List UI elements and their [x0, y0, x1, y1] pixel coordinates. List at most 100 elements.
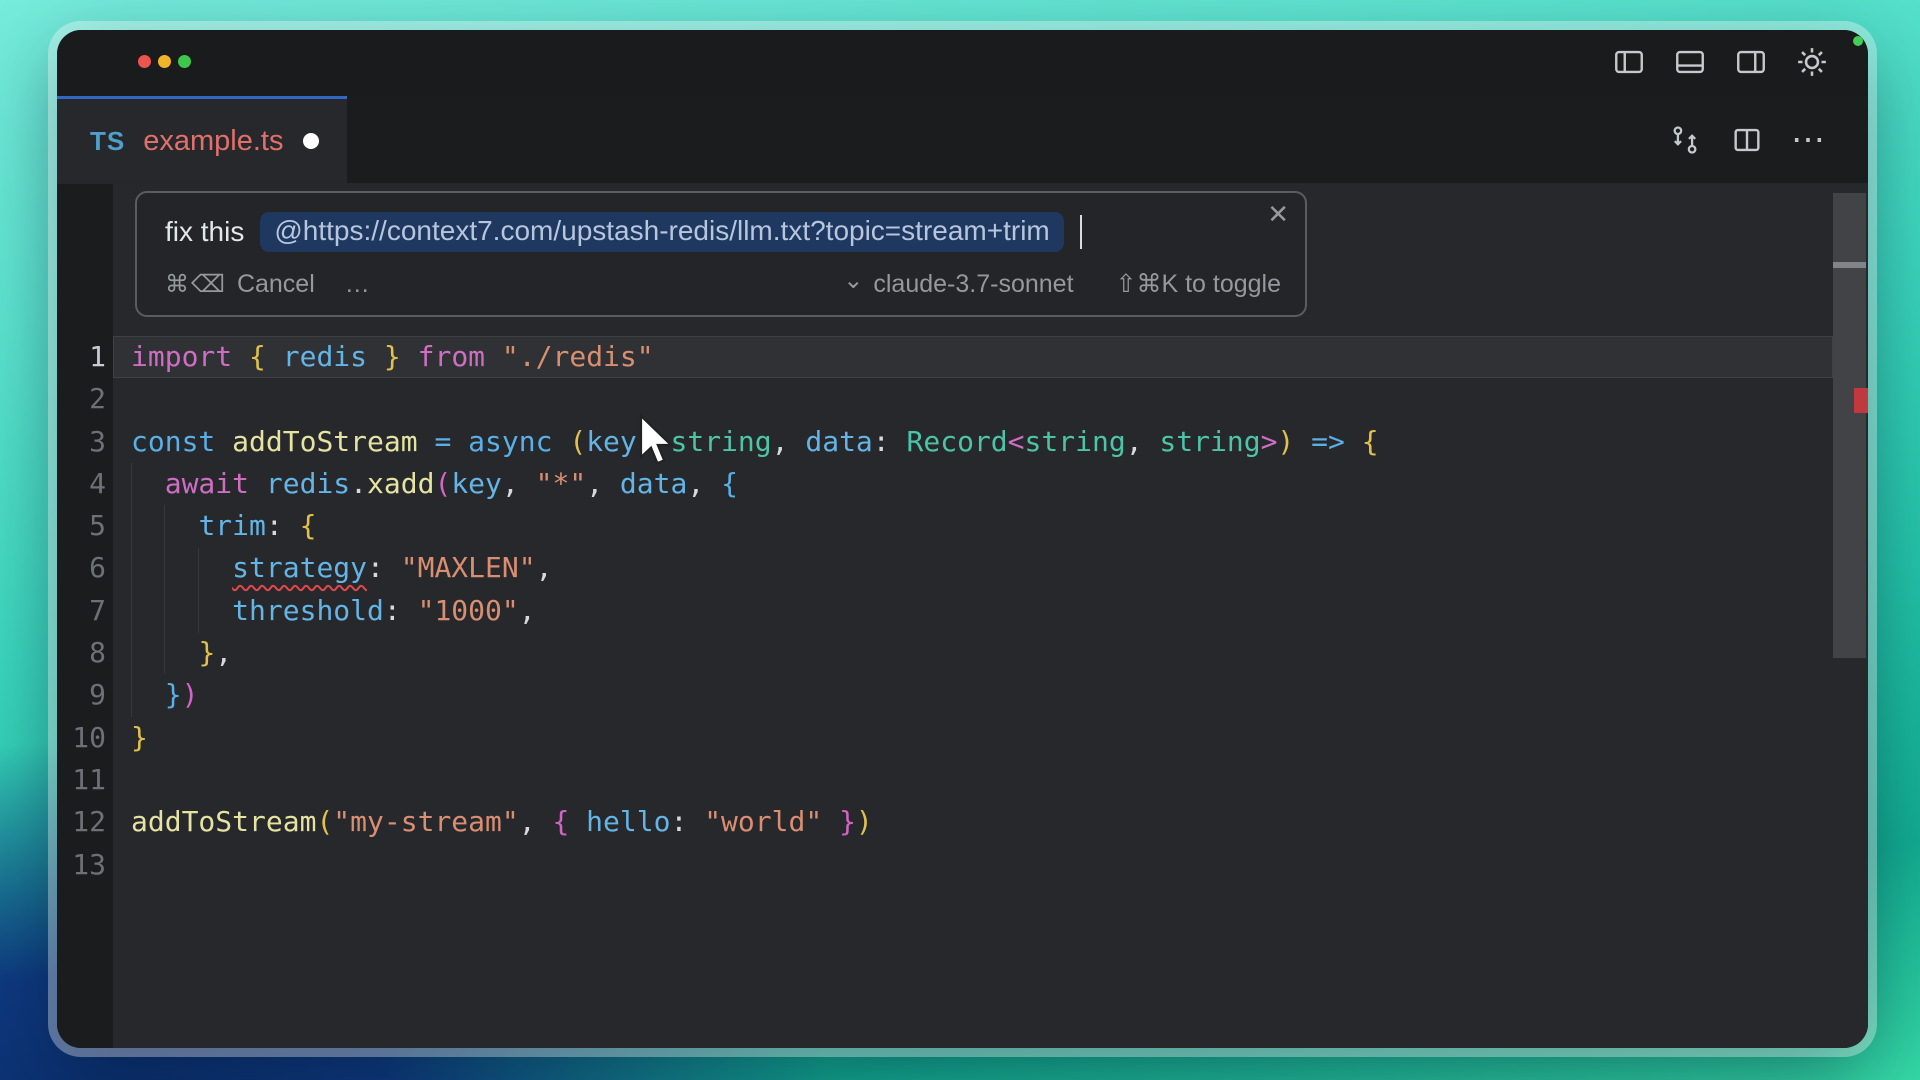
- code-line[interactable]: 4 await redis.xadd(key, "*", data, {: [57, 463, 1808, 505]
- code-line[interactable]: 11: [57, 759, 1808, 801]
- code-text: },: [106, 632, 232, 674]
- close-icon[interactable]: ✕: [1267, 199, 1289, 230]
- token: :: [873, 425, 907, 458]
- token: [1345, 425, 1362, 458]
- token: string: [670, 425, 771, 458]
- code-line[interactable]: 2: [57, 378, 1808, 420]
- token: <: [1008, 425, 1025, 458]
- code-line[interactable]: 13: [57, 844, 1808, 886]
- line-number[interactable]: 10: [57, 717, 106, 759]
- line-number[interactable]: 2: [57, 378, 106, 420]
- code-line[interactable]: 5 trim: {: [57, 505, 1808, 547]
- code-text: [106, 844, 131, 886]
- code-line[interactable]: 3const addToStream = async (key: string,…: [57, 421, 1808, 463]
- line-number[interactable]: 1: [57, 336, 106, 378]
- token: :: [384, 594, 418, 627]
- token: [249, 467, 266, 500]
- code-line[interactable]: 12addToStream("my-stream", { hello: "wor…: [57, 801, 1808, 843]
- code-line[interactable]: 6 strategy: "MAXLEN",: [57, 547, 1808, 589]
- line-number[interactable]: 6: [57, 547, 106, 589]
- token: "./redis": [502, 340, 654, 373]
- compare-changes-icon[interactable]: [1667, 122, 1703, 158]
- token: "my-stream": [333, 805, 518, 838]
- toggle-primary-sidebar-icon[interactable]: [1611, 44, 1647, 80]
- token: key: [451, 467, 502, 500]
- line-number[interactable]: 5: [57, 505, 106, 547]
- token: }: [165, 678, 182, 711]
- line-number[interactable]: 7: [57, 590, 106, 632]
- token: }: [384, 340, 401, 373]
- toggle-panel-icon[interactable]: [1672, 44, 1708, 80]
- line-number[interactable]: 4: [57, 463, 106, 505]
- code-editor[interactable]: 1import { redis } from "./redis"23const …: [57, 184, 1868, 1048]
- cancel-button[interactable]: Cancel: [237, 270, 315, 299]
- line-number[interactable]: 9: [57, 674, 106, 716]
- code-text: const addToStream = async (key: string, …: [106, 421, 1379, 463]
- token: [401, 340, 418, 373]
- modified-indicator-dot[interactable]: [303, 133, 319, 149]
- more-actions-icon[interactable]: ⋯: [1791, 123, 1825, 157]
- line-number[interactable]: 11: [57, 759, 106, 801]
- more-options-button[interactable]: …: [345, 270, 373, 299]
- token: =: [434, 425, 451, 458]
- token: ,: [519, 805, 553, 838]
- token: ,: [502, 467, 536, 500]
- code-line[interactable]: 10}: [57, 717, 1808, 759]
- editor-window: TS example.ts ⋯ 1import { redis } from "…: [57, 30, 1868, 1048]
- code-line[interactable]: 7 threshold: "1000",: [57, 590, 1808, 632]
- token: ,: [215, 636, 232, 669]
- token: data: [805, 425, 872, 458]
- token: .: [350, 467, 367, 500]
- code-text: threshold: "1000",: [106, 590, 536, 632]
- token: >: [1261, 425, 1278, 458]
- token: {: [721, 467, 738, 500]
- token: :: [367, 551, 401, 584]
- code-line[interactable]: 8 },: [57, 632, 1808, 674]
- token: {: [249, 340, 266, 373]
- model-selector[interactable]: claude-3.7-sonnet: [873, 270, 1073, 299]
- titlebar[interactable]: [57, 30, 1868, 97]
- code-line[interactable]: 1import { redis } from "./redis": [57, 336, 1808, 378]
- settings-gear-icon[interactable]: [1794, 44, 1830, 80]
- token: string: [1159, 425, 1260, 458]
- typescript-file-icon: TS: [90, 126, 125, 157]
- token: [266, 340, 283, 373]
- token: addToStream: [131, 805, 316, 838]
- line-number[interactable]: 3: [57, 421, 106, 463]
- code-text: }: [106, 717, 148, 759]
- line-number[interactable]: 8: [57, 632, 106, 674]
- code-text: trim: {: [106, 505, 316, 547]
- token: "MAXLEN": [401, 551, 536, 584]
- token: xadd: [367, 467, 434, 500]
- line-number[interactable]: 12: [57, 801, 106, 843]
- token: "1000": [418, 594, 519, 627]
- token: {: [552, 805, 569, 838]
- token: [451, 425, 468, 458]
- tab-example-ts[interactable]: TS example.ts: [57, 96, 347, 183]
- minimize-window-button[interactable]: [158, 55, 171, 68]
- context-url-chip[interactable]: @https://context7.com/upstash-redis/llm.…: [260, 212, 1063, 252]
- token: [418, 425, 435, 458]
- close-window-button[interactable]: [138, 55, 151, 68]
- token: strategy: [232, 551, 367, 584]
- toggle-secondary-sidebar-icon[interactable]: [1733, 44, 1769, 80]
- code-text: [106, 378, 131, 420]
- prompt-input-text[interactable]: fix this: [165, 216, 244, 248]
- token: [485, 340, 502, 373]
- token: :: [266, 509, 300, 542]
- mouse-cursor: [633, 414, 677, 475]
- token: ,: [772, 425, 806, 458]
- code-text: addToStream("my-stream", { hello: "world…: [106, 801, 873, 843]
- zoom-window-button[interactable]: [178, 55, 191, 68]
- token: :: [670, 805, 704, 838]
- token: [131, 467, 165, 500]
- code-text: }): [106, 674, 198, 716]
- code-line[interactable]: 9 }): [57, 674, 1808, 716]
- split-editor-icon[interactable]: [1729, 122, 1765, 158]
- line-number[interactable]: 13: [57, 844, 106, 886]
- token: key: [586, 425, 637, 458]
- token: ): [856, 805, 873, 838]
- tab-filename: example.ts: [143, 125, 283, 158]
- token: ,: [536, 551, 553, 584]
- token: ,: [519, 594, 536, 627]
